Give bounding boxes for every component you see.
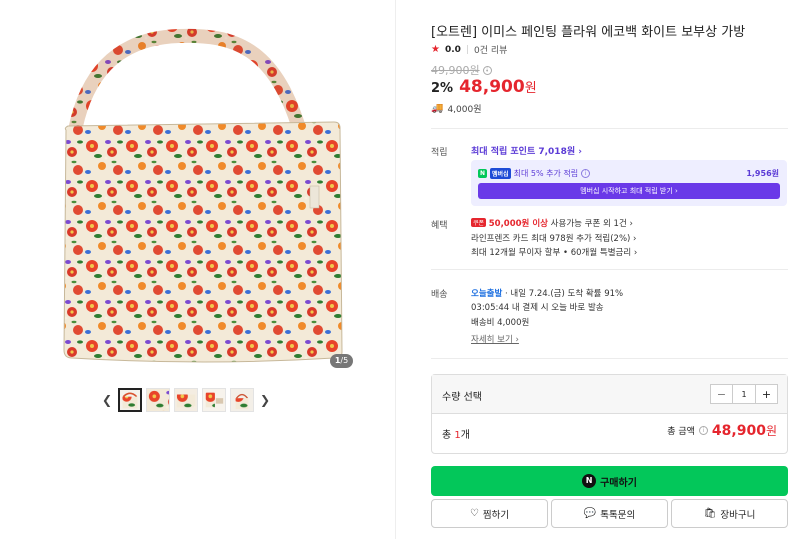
rating-row[interactable]: ★ 0.0 | 0건 리뷰: [431, 43, 507, 56]
cart-button-label: 장바구니: [720, 509, 756, 521]
secondary-actions: ♡ 찜하기 💬 톡톡문의 🛍 장바구니: [431, 499, 788, 528]
rating-divider: |: [465, 44, 469, 55]
membership-points-box: N 멤버십 최대 5% 추가 적립 i 1,956원 멤버십 시작하고 최대 적…: [471, 160, 787, 206]
naver-pay-icon: N: [582, 474, 597, 488]
total-count-suffix: 개: [460, 430, 470, 441]
rating-score: 0.0: [444, 44, 461, 55]
membership-extra-amount: 1,956원: [746, 169, 779, 178]
thumbnail-1[interactable]: [118, 388, 142, 412]
total-price: 48,900원: [712, 422, 777, 439]
image-counter-total: /5: [340, 356, 349, 365]
today-shipping-badge: 오늘출발: [471, 289, 503, 299]
membership-extra-points: N 멤버십 최대 5% 추가 적립 i: [478, 168, 591, 179]
info-icon[interactable]: i: [698, 426, 708, 435]
membership-extra-text: 최대 5% 추가 적립: [513, 169, 579, 178]
shipping-fee: 4,000원: [447, 105, 482, 115]
coupon-badge: 쿠폰: [471, 218, 487, 227]
original-price: 49,900원: [431, 64, 480, 77]
review-count[interactable]: 0건 리뷰: [474, 43, 507, 56]
divider: [431, 269, 788, 270]
points-label: 적립: [431, 148, 448, 158]
membership-cta-button[interactable]: 멤버십 시작하고 최대 적립 받기 ›: [478, 183, 780, 199]
delivery-fee: 배송비 4,000원: [471, 318, 530, 328]
wish-button-label: 찜하기: [482, 509, 510, 521]
price-row: 2% 48,900원: [431, 77, 537, 97]
delivery-arrival: 오늘출발 · 내일 7.24.(금) 도착 확률 91%: [471, 287, 623, 299]
installment-benefit[interactable]: 최대 12개월 무이자 할부 • 60개월 특별금리 ›: [471, 246, 637, 258]
thumbnail-2[interactable]: [146, 388, 170, 412]
quantity-label: 수량 선택: [442, 392, 482, 403]
total-count: 총 1개: [442, 426, 470, 441]
sale-price: 48,900원: [459, 77, 537, 97]
thumbnail-prev-arrow-icon[interactable]: ❮: [100, 388, 114, 412]
thumbnail-3[interactable]: [174, 388, 198, 412]
truck-icon: 🚚: [431, 103, 444, 114]
product-title: [오트렌] 이미스 페인팅 플라워 에코백 화이트 보부상 가방: [431, 25, 746, 40]
delivery-detail-link[interactable]: 자세히 보기 ›: [471, 333, 519, 345]
benefits-label: 혜택: [431, 221, 448, 231]
max-points-link[interactable]: 최대 적립 포인트 7,018원 ›: [471, 144, 582, 157]
buy-button[interactable]: N 구매하기: [431, 466, 788, 496]
shopping-bag-icon: 🛍: [703, 508, 717, 519]
thumbnail-4[interactable]: [202, 388, 226, 412]
buy-button-label: 구매하기: [600, 477, 637, 489]
thumbnail-strip: ❮ ❯: [100, 388, 272, 412]
total-amount-label: 총 금액: [667, 427, 695, 437]
cart-button[interactable]: 🛍 장바구니: [671, 499, 788, 528]
talk-inquiry-label: 톡톡문의: [600, 509, 636, 521]
quantity-value[interactable]: 1: [732, 385, 756, 403]
thumbnail-5[interactable]: [230, 388, 254, 412]
quantity-header: 수량 선택 − 1 +: [432, 375, 787, 414]
coupon-text: 사용가능 쿠폰 외 1건 ›: [547, 219, 633, 229]
quantity-box: 수량 선택 − 1 + 총 1개 총 금액 i 48,900원: [431, 374, 788, 454]
shipping-fee-row: 🚚 4,000원: [431, 102, 482, 115]
total-count-prefix: 총: [442, 430, 455, 441]
quantity-minus-button[interactable]: −: [711, 385, 732, 403]
heart-icon: ♡: [469, 508, 479, 519]
coupon-amount: 50,000원 이상: [488, 219, 548, 229]
image-counter: 1/5: [330, 354, 353, 368]
naver-n-badge: N: [478, 169, 488, 178]
original-price-row: 49,900원 i: [431, 62, 492, 78]
sale-price-unit: 원: [524, 81, 537, 96]
total-price-value: 48,900: [711, 423, 766, 439]
info-icon[interactable]: i: [581, 169, 591, 178]
star-icon: ★: [431, 44, 440, 55]
product-gallery: 1/5 ❮ ❯: [0, 0, 396, 539]
talk-inquiry-button[interactable]: 💬 톡톡문의: [551, 499, 668, 528]
card-benefit[interactable]: 라인프렌즈 카드 최대 978원 추가 적립(2%) ›: [471, 232, 636, 244]
divider: [431, 358, 788, 359]
arrival-text: · 내일 7.24.(금) 도착 확률 91%: [502, 289, 624, 299]
total-price-unit: 원: [765, 424, 777, 438]
total-amount: 총 금액 i 48,900원: [667, 422, 777, 439]
sale-price-value: 48,900: [459, 77, 525, 97]
membership-badge: 멤버십: [490, 168, 511, 179]
quantity-plus-button[interactable]: +: [756, 385, 777, 403]
quantity-stepper: − 1 +: [710, 384, 778, 404]
product-main-image[interactable]: [44, 18, 362, 370]
delivery-label: 배송: [431, 290, 448, 300]
info-icon[interactable]: i: [482, 65, 492, 75]
delivery-countdown: 03:05:44 내 결제 시 오늘 바로 발송: [471, 303, 604, 313]
coupon-benefit[interactable]: 쿠폰 50,000원 이상 사용가능 쿠폰 외 1건 ›: [471, 217, 633, 229]
wish-button[interactable]: ♡ 찜하기: [431, 499, 548, 528]
chat-bubble-icon: 💬: [583, 508, 597, 519]
discount-rate: 2%: [431, 81, 454, 96]
divider: [431, 128, 788, 129]
thumbnail-next-arrow-icon[interactable]: ❯: [258, 388, 272, 412]
